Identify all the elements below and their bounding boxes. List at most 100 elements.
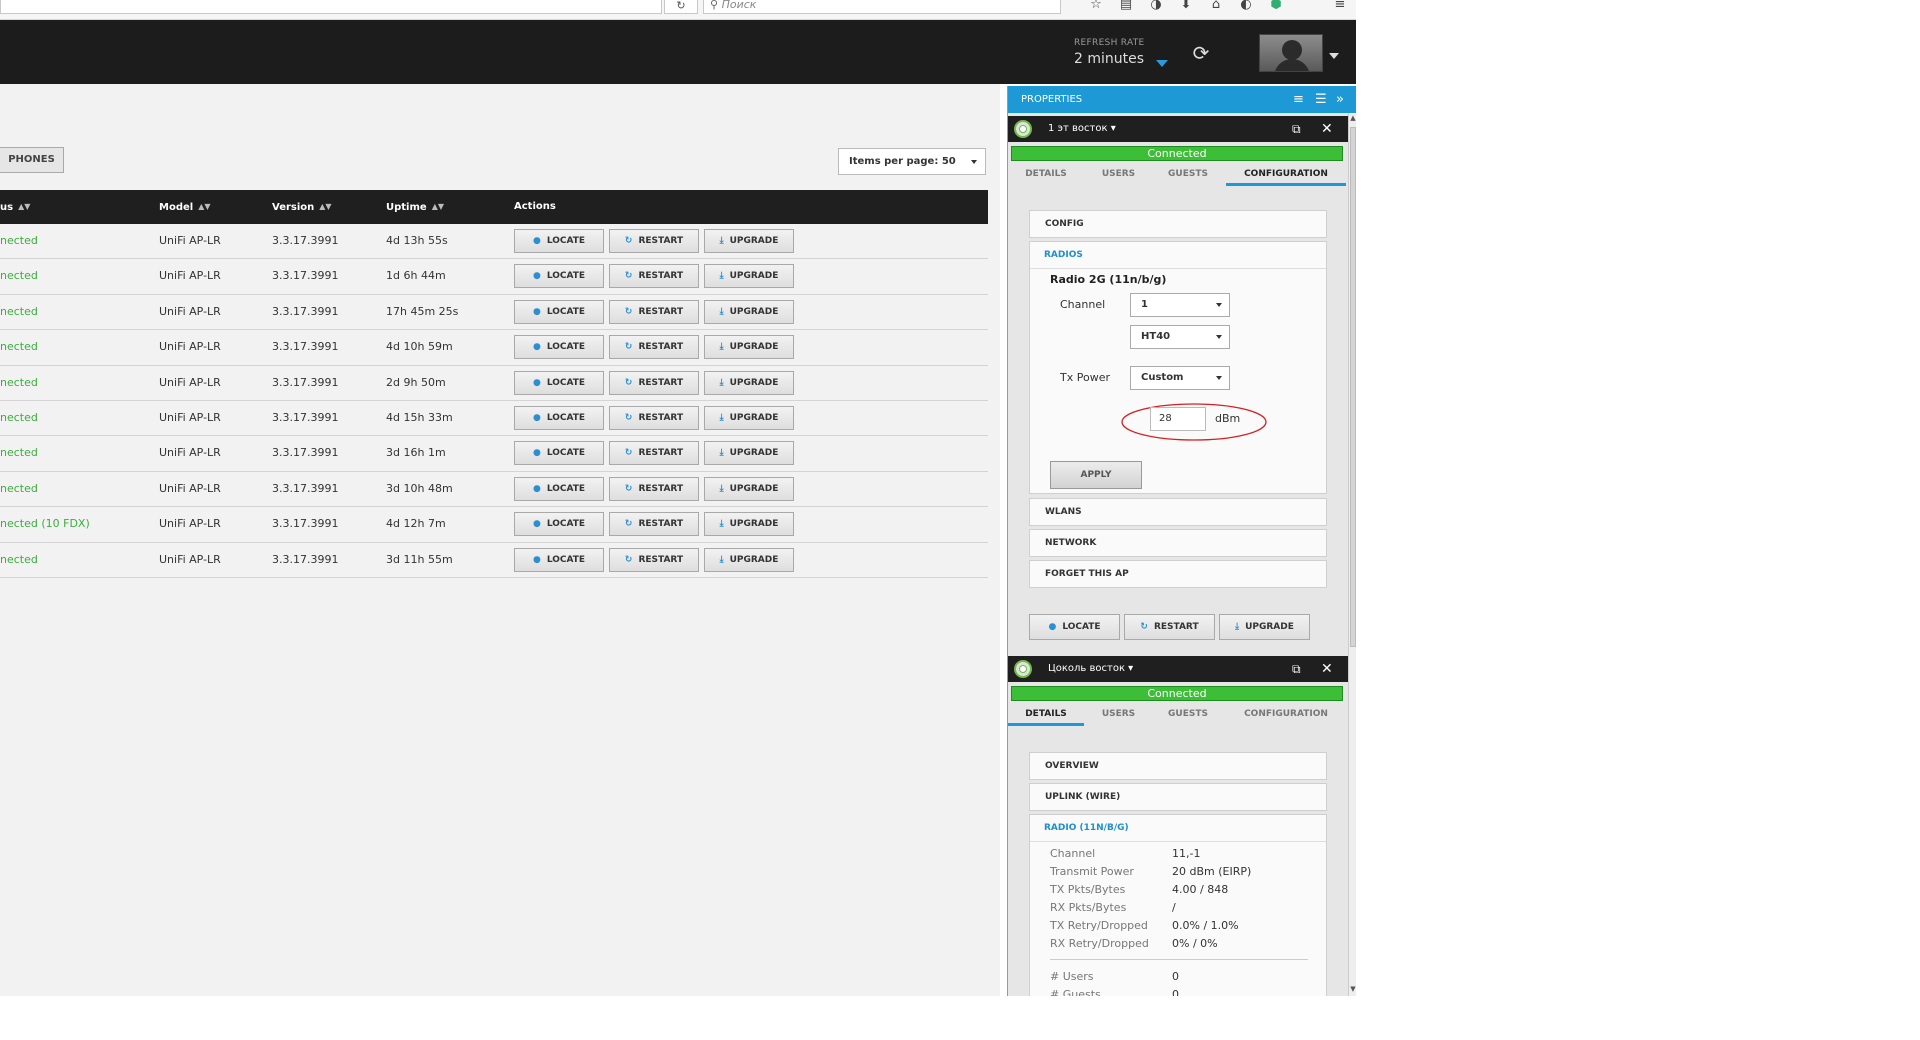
- restart-button[interactable]: ↻ RESTART: [609, 370, 699, 395]
- tab-users[interactable]: USERS: [1084, 704, 1153, 726]
- restart-button[interactable]: ↻ RESTART: [609, 264, 699, 289]
- items-per-page-select[interactable]: Items per page: 50: [838, 148, 986, 175]
- locate-button[interactable]: ● LOCATE: [514, 476, 604, 501]
- upgrade-button[interactable]: ⤓ UPGRADE: [704, 264, 794, 289]
- column-uptime[interactable]: Uptime ▲▼: [386, 190, 444, 225]
- locate-button[interactable]: ● LOCATE: [514, 370, 604, 395]
- table-row[interactable]: nected (10 FDX) UniFi AP-LR 3.3.17.3991 …: [0, 507, 988, 543]
- ap-name-dropdown[interactable]: 1 эт восток ▾: [1048, 116, 1116, 142]
- popout-icon[interactable]: ⧉: [1292, 116, 1301, 142]
- restart-button[interactable]: ↻ RESTART: [609, 547, 699, 572]
- apply-button[interactable]: APPLY: [1050, 461, 1142, 489]
- uplink-section[interactable]: UPLINK (WIRE): [1029, 783, 1327, 811]
- restart-button[interactable]: ↻ RESTART: [609, 441, 699, 466]
- url-bar[interactable]: [0, 0, 662, 14]
- chat-icon[interactable]: ◐: [1236, 0, 1256, 14]
- locate-button[interactable]: ● LOCATE: [514, 547, 604, 572]
- bookmarks-icon[interactable]: ▤: [1116, 0, 1136, 14]
- table-row[interactable]: nected UniFi AP-LR 3.3.17.3991 3d 10h 48…: [0, 472, 988, 508]
- refresh-rate-selector[interactable]: REFRESH RATE 2 minutes: [1074, 38, 1168, 67]
- restart-button[interactable]: ↻ RESTART: [609, 512, 699, 537]
- scrollbar-thumb[interactable]: [1350, 127, 1356, 647]
- scroll-down-icon[interactable]: ▼: [1349, 985, 1356, 993]
- upgrade-button[interactable]: ⤓ UPGRADE: [704, 476, 794, 501]
- column-version[interactable]: Version ▲▼: [272, 190, 332, 225]
- list-icon[interactable]: ☰: [1315, 86, 1327, 113]
- table-row[interactable]: nected UniFi AP-LR 3.3.17.3991 3d 16h 1m…: [0, 436, 988, 472]
- version-cell: 3.3.17.3991: [272, 340, 339, 354]
- restart-button[interactable]: ↻ RESTART: [609, 299, 699, 324]
- table-row[interactable]: nected UniFi AP-LR 3.3.17.3991 4d 10h 59…: [0, 330, 988, 366]
- upgrade-button[interactable]: ⤓ UPGRADE: [704, 299, 794, 324]
- locate-button[interactable]: ● LOCATE: [514, 229, 604, 253]
- restart-button[interactable]: ↻ RESTART: [609, 476, 699, 501]
- refresh-icon[interactable]: ⟳: [1189, 42, 1213, 66]
- upgrade-button[interactable]: ⤓ UPGRADE: [704, 229, 794, 253]
- config-section[interactable]: CONFIG: [1029, 210, 1327, 238]
- dbm-input[interactable]: 28: [1150, 407, 1206, 431]
- table-row[interactable]: nected UniFi AP-LR 3.3.17.3991 4d 13h 55…: [0, 224, 988, 260]
- restart-button[interactable]: ↻ RESTART: [609, 405, 699, 430]
- star-icon[interactable]: ☆: [1086, 0, 1106, 14]
- network-section[interactable]: NETWORK: [1029, 529, 1327, 557]
- tab-configuration[interactable]: CONFIGURATION: [1226, 164, 1346, 186]
- status-cell: nected: [0, 410, 38, 424]
- pocket-icon[interactable]: ◑: [1146, 0, 1166, 14]
- column-status[interactable]: us ▲▼: [0, 190, 30, 225]
- tab-users[interactable]: USERS: [1084, 164, 1153, 186]
- tab-details[interactable]: DETAILS: [1008, 164, 1084, 186]
- locate-button[interactable]: ● LOCATE: [514, 264, 604, 289]
- upgrade-button[interactable]: ⤓ UPGRADE: [704, 405, 794, 430]
- table-row[interactable]: nected UniFi AP-LR 3.3.17.3991 1d 6h 44m…: [0, 259, 988, 295]
- tab-guests[interactable]: GUESTS: [1153, 704, 1223, 726]
- tx-power-select[interactable]: Custom: [1130, 366, 1230, 390]
- close-icon[interactable]: ✕: [1321, 656, 1333, 682]
- reload-icon[interactable]: ↻: [664, 0, 698, 14]
- panel-scrollbar[interactable]: ▲ ▼: [1348, 113, 1356, 996]
- tab-guests[interactable]: GUESTS: [1153, 164, 1223, 186]
- locate-button[interactable]: ● LOCATE: [514, 335, 604, 360]
- overview-section[interactable]: OVERVIEW: [1029, 752, 1327, 780]
- restart-button[interactable]: ↻ RESTART: [609, 335, 699, 360]
- locate-button[interactable]: ● LOCATE: [514, 441, 604, 466]
- ap-name-dropdown[interactable]: Цоколь восток ▾: [1048, 656, 1133, 682]
- tab-details[interactable]: DETAILS: [1008, 704, 1084, 726]
- upgrade-button[interactable]: ⤓ UPGRADE: [1219, 614, 1310, 640]
- upgrade-button[interactable]: ⤓ UPGRADE: [704, 547, 794, 572]
- upgrade-button[interactable]: ⤓ UPGRADE: [704, 512, 794, 537]
- chevron-down-icon[interactable]: [1329, 53, 1339, 59]
- radios-section-header[interactable]: RADIOS: [1044, 242, 1083, 268]
- avatar[interactable]: [1259, 34, 1323, 72]
- home-icon[interactable]: ⌂: [1206, 0, 1226, 14]
- scroll-up-icon[interactable]: ▲: [1349, 114, 1356, 122]
- upgrade-button[interactable]: ⤓ UPGRADE: [704, 370, 794, 395]
- wlans-section[interactable]: WLANS: [1029, 498, 1327, 526]
- table-row[interactable]: nected UniFi AP-LR 3.3.17.3991 3d 11h 55…: [0, 543, 988, 578]
- column-model[interactable]: Model ▲▼: [159, 190, 211, 225]
- radio-section-header[interactable]: RADIO (11N/B/G): [1044, 815, 1129, 841]
- upgrade-button[interactable]: ⤓ UPGRADE: [704, 335, 794, 360]
- tab-configuration[interactable]: CONFIGURATION: [1226, 704, 1346, 726]
- channel-select[interactable]: 1: [1130, 293, 1230, 317]
- locate-button[interactable]: ● LOCATE: [1029, 614, 1120, 640]
- download-icon[interactable]: ⬇: [1176, 0, 1196, 14]
- close-icon[interactable]: ✕: [1321, 116, 1333, 142]
- search-input[interactable]: ⚲ Поиск: [703, 0, 1061, 14]
- table-row[interactable]: nected UniFi AP-LR 3.3.17.3991 2d 9h 50m…: [0, 366, 988, 401]
- locate-button[interactable]: ● LOCATE: [514, 299, 604, 324]
- extension-icon[interactable]: ⬢: [1266, 0, 1286, 14]
- locate-button[interactable]: ● LOCATE: [514, 512, 604, 537]
- phones-filter-button[interactable]: PHONES: [0, 147, 64, 173]
- table-row[interactable]: nected UniFi AP-LR 3.3.17.3991 17h 45m 2…: [0, 295, 988, 331]
- restart-button[interactable]: ↻ RESTART: [609, 229, 699, 253]
- forget-ap-section[interactable]: FORGET THIS AP: [1029, 560, 1327, 588]
- menu-icon[interactable]: ≡: [1330, 0, 1350, 14]
- table-row[interactable]: nected UniFi AP-LR 3.3.17.3991 4d 15h 33…: [0, 401, 988, 437]
- collapse-icon[interactable]: ≡: [1293, 86, 1304, 113]
- fast-forward-icon[interactable]: »: [1336, 86, 1344, 113]
- locate-button[interactable]: ● LOCATE: [514, 405, 604, 430]
- popout-icon[interactable]: ⧉: [1292, 656, 1301, 682]
- upgrade-button[interactable]: ⤓ UPGRADE: [704, 441, 794, 466]
- restart-button[interactable]: ↻ RESTART: [1124, 614, 1215, 640]
- channel-width-select[interactable]: HT40: [1130, 325, 1230, 349]
